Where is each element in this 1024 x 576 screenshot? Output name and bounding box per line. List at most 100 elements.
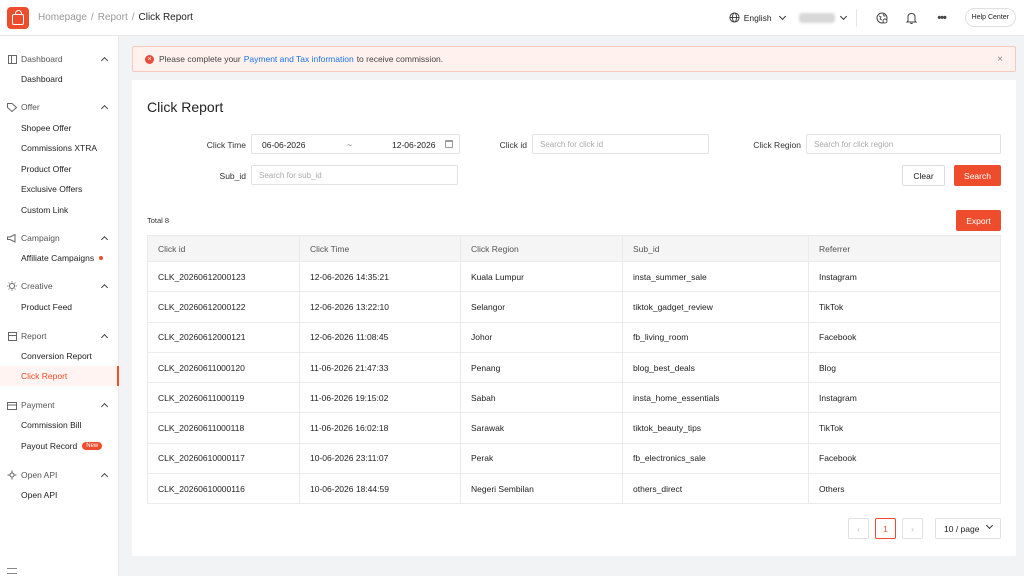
cell-sub-id: tiktok_gadget_review (622, 291, 809, 323)
date-end[interactable]: 12-06-2026 (392, 140, 435, 150)
sidebar-item-open-api[interactable]: Open API (0, 485, 119, 505)
cell-click-time: 10-06-2026 23:11:07 (299, 443, 461, 475)
new-badge: New (82, 442, 103, 450)
sidebar-section-campaign[interactable]: Campaign (0, 228, 119, 248)
cell-click-time: 11-06-2026 21:47:33 (299, 352, 461, 384)
click-report-table: Click id Click Time Click Region Sub_id … (147, 235, 1001, 505)
cell-referrer: Facebook (808, 322, 1001, 353)
error-circle-icon: × (145, 54, 154, 64)
click-region-input[interactable]: Search for click region (806, 134, 1001, 154)
cell-click-id: CLK_20260612000122 (147, 291, 300, 323)
column-header-click-time: Click Time (299, 235, 461, 262)
sidebar-item-product-offer[interactable]: Product Offer (0, 159, 119, 179)
table-row: CLK_20260612000122 12-06-2026 13:22:10 S… (147, 291, 1001, 323)
export-button[interactable]: Export (956, 210, 1001, 231)
sidebar-item-dashboard[interactable]: Dashboard (0, 69, 119, 89)
sidebar: Dashboard Dashboard Offer Shopee Offer C… (0, 36, 119, 576)
table-header-row: Click id Click Time Click Region Sub_id … (147, 235, 1001, 262)
sidebar-section-open-api[interactable]: Open API (0, 465, 119, 485)
cell-click-time: 11-06-2026 19:15:02 (299, 382, 461, 414)
sidebar-section-offer[interactable]: Offer (0, 97, 119, 117)
cell-click-region: Negeri Sembilan (460, 473, 623, 505)
close-icon[interactable]: × (997, 54, 1003, 65)
more-icon[interactable]: ••• (935, 11, 949, 25)
page-1-button[interactable]: 1 (875, 518, 896, 539)
column-header-click-region: Click Region (460, 235, 623, 262)
settings-globe-icon[interactable] (875, 11, 889, 25)
sub-id-input[interactable]: Search for sub_id (251, 165, 458, 185)
cell-sub-id: fb_living_room (622, 322, 809, 353)
help-center-button[interactable]: Help Center (964, 8, 1016, 27)
cell-click-region: Kuala Lumpur (460, 261, 623, 293)
cell-click-region: Sabah (460, 382, 623, 414)
cell-click-id: CLK_20260610000117 (147, 443, 300, 475)
clear-button[interactable]: Clear (902, 165, 945, 186)
sidebar-item-commissions-xtra[interactable]: Commissions XTRA (0, 138, 119, 158)
click-id-input[interactable]: Search for click id (532, 134, 709, 154)
megaphone-icon (7, 233, 17, 243)
breadcrumb-separator: / (90, 12, 94, 23)
cell-sub-id: insta_home_essentials (622, 382, 809, 414)
click-time-label: Click Time (206, 140, 246, 150)
chevron-down-icon[interactable] (839, 12, 847, 20)
wallet-icon (7, 400, 17, 410)
cell-sub-id: insta_summer_sale (622, 261, 809, 293)
bell-icon[interactable] (905, 11, 919, 25)
sidebar-item-affiliate-campaigns[interactable]: Affiliate Campaigns (0, 248, 119, 268)
breadcrumb-report[interactable]: Report (98, 12, 128, 23)
cell-click-time: 10-06-2026 18:44:59 (299, 473, 461, 505)
notification-dot (99, 256, 104, 260)
breadcrumb-homepage[interactable]: Homepage (38, 12, 87, 23)
cell-sub-id: tiktok_beauty_tips (622, 412, 809, 444)
shopee-logo-icon[interactable] (7, 6, 29, 29)
table-row: CLK_20260610000117 10-06-2026 23:11:07 P… (147, 443, 1001, 475)
click-report-card: Click Report Click Time 06-06-2026 ~ 12-… (132, 80, 1016, 556)
report-icon (7, 331, 17, 341)
next-page-button[interactable]: › (902, 518, 923, 539)
table-row: CLK_20260610000116 10-06-2026 18:44:59 N… (147, 473, 1001, 505)
sidebar-item-custom-link[interactable]: Custom Link (0, 200, 119, 220)
collapse-sidebar-icon[interactable] (7, 568, 17, 574)
cell-click-id: CLK_20260611000118 (147, 412, 300, 444)
cell-click-id: CLK_20260611000120 (147, 352, 300, 384)
language-selector[interactable]: English (729, 12, 786, 23)
sidebar-item-commission-bill[interactable]: Commission Bill (0, 415, 119, 435)
cell-click-time: 12-06-2026 14:35:21 (299, 261, 461, 293)
chevron-up-icon (100, 104, 109, 113)
sidebar-section-creative[interactable]: Creative (0, 276, 119, 296)
sidebar-item-payout-record[interactable]: Payout Record New (0, 436, 119, 456)
cell-click-region: Johor (460, 322, 623, 353)
cell-click-region: Penang (460, 352, 623, 384)
user-name-redacted[interactable] (798, 12, 835, 23)
page-size-select[interactable]: 10 / page (935, 518, 1001, 539)
sidebar-item-click-report[interactable]: Click Report (0, 366, 119, 386)
language-label: English (743, 12, 772, 23)
sub-id-label: Sub_id (219, 171, 246, 181)
payment-tax-link[interactable]: Payment and Tax information (244, 54, 354, 64)
chevron-up-icon (100, 402, 109, 411)
table-row: CLK_20260611000118 11-06-2026 16:02:18 S… (147, 412, 1001, 444)
cell-click-id: CLK_20260610000116 (147, 473, 300, 505)
sidebar-item-product-feed[interactable]: Product Feed (0, 297, 119, 317)
breadcrumb: Homepage / Report / Click Report (38, 12, 193, 23)
alert-text-after: to receive commission. (356, 54, 444, 64)
cell-click-id: CLK_20260612000121 (147, 322, 300, 353)
sidebar-item-exclusive-offers[interactable]: Exclusive Offers (0, 179, 119, 199)
sidebar-item-conversion-report[interactable]: Conversion Report (0, 346, 119, 366)
cell-referrer: TikTok (808, 412, 1001, 444)
page-size-label: 10 / page (944, 523, 980, 534)
search-button[interactable]: Search (954, 165, 1001, 186)
sidebar-section-dashboard[interactable]: Dashboard (0, 49, 119, 69)
tag-icon (7, 102, 17, 112)
alert-text-before: Please complete your (159, 54, 241, 64)
sidebar-section-report[interactable]: Report (0, 326, 119, 346)
date-start[interactable]: 06-06-2026 (262, 140, 305, 150)
table-row: CLK_20260611000120 11-06-2026 21:47:33 P… (147, 352, 1001, 384)
prev-page-button[interactable]: ‹ (848, 518, 869, 539)
sidebar-section-payment[interactable]: Payment (0, 395, 119, 415)
total-count: Total 8 (147, 216, 170, 225)
sidebar-item-shopee-offer[interactable]: Shopee Offer (0, 118, 119, 138)
chevron-up-icon (100, 56, 109, 65)
cell-click-region: Perak (460, 443, 623, 475)
click-time-date-range[interactable]: 06-06-2026 ~ 12-06-2026 (251, 134, 460, 154)
